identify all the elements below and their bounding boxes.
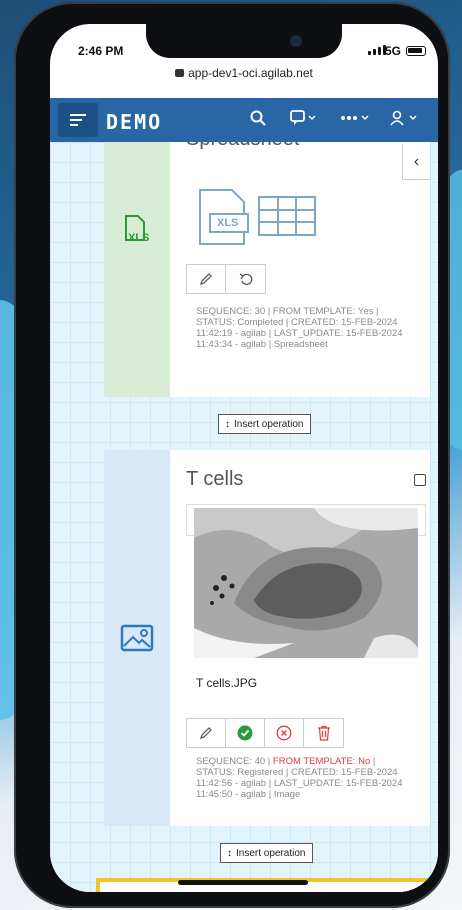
edit-button[interactable]: [187, 719, 226, 747]
card-toolbar: [186, 264, 266, 294]
more-icon[interactable]: [340, 110, 372, 131]
search-icon[interactable]: [250, 110, 266, 131]
status-time: 2:46 PM: [78, 44, 124, 58]
card-title: Spreadsheet: [186, 142, 299, 151]
image-filename: T cells.JPG: [196, 676, 258, 690]
notch: [146, 24, 342, 58]
image-icon: [120, 624, 154, 652]
edit-button[interactable]: [187, 265, 226, 293]
camera: [290, 35, 302, 47]
reject-button[interactable]: [265, 719, 304, 747]
card-side-strip: [104, 450, 170, 826]
menu-button[interactable]: [58, 103, 98, 137]
tcell-micrograph: [194, 508, 418, 658]
file-xls-icon: XLS: [196, 188, 256, 246]
top-navbar: DEMO: [50, 98, 438, 142]
card-body: Spreadsheet XLS SEQUENCE: 30 | FROM TEMP…: [170, 142, 430, 397]
card-body: T cells T cells.JPG SEQUENCE: 40 | FROM …: [170, 450, 430, 826]
card-title: T cells: [186, 468, 244, 490]
table-grid-icon: [258, 196, 318, 236]
app-logo[interactable]: DEMO: [106, 110, 162, 134]
spreadsheet-card: XLS Spreadsheet XLS: [104, 142, 430, 397]
signal-icon: [368, 45, 386, 55]
phone-screen: 2:46 PM 5G app-dev1-oci.agilab.net DEMO: [50, 24, 438, 892]
phone-frame: 2:46 PM 5G app-dev1-oci.agilab.net DEMO: [14, 2, 450, 908]
swap-vertical-icon: ↕: [225, 418, 230, 430]
tcells-card: T cells T cells.JPG SEQUENCE: 40 | FROM …: [104, 450, 430, 826]
user-icon[interactable]: [390, 110, 424, 131]
card-metadata: SEQUENCE: 40 | FROM TEMPLATE: No | STATU…: [196, 756, 403, 800]
card-side-strip: XLS: [104, 142, 170, 397]
insert-operation-button[interactable]: ↕ Insert operation: [220, 843, 313, 863]
lock-icon: [175, 69, 185, 77]
card-toolbar: [186, 718, 344, 748]
insert-operation-button[interactable]: ↕ Insert operation: [218, 414, 311, 434]
home-indicator[interactable]: [178, 880, 308, 885]
workflow-canvas: XLS Spreadsheet XLS: [50, 142, 438, 892]
battery-icon: [406, 46, 426, 56]
network-label: 5G: [385, 44, 402, 58]
xls-icon: XLS: [122, 214, 156, 250]
address-bar[interactable]: app-dev1-oci.agilab.net: [50, 66, 438, 90]
complete-button[interactable]: [226, 719, 265, 747]
card-metadata: SEQUENCE: 30 | FROM TEMPLATE: Yes | STAT…: [196, 306, 403, 350]
swap-vertical-icon: ↕: [227, 847, 232, 859]
undo-button[interactable]: [226, 265, 265, 293]
comment-icon[interactable]: [290, 110, 318, 131]
collapse-panel-button[interactable]: ‹: [402, 144, 430, 180]
select-checkbox[interactable]: [414, 474, 426, 486]
url-text: app-dev1-oci.agilab.net: [188, 66, 313, 80]
delete-button[interactable]: [304, 719, 343, 747]
